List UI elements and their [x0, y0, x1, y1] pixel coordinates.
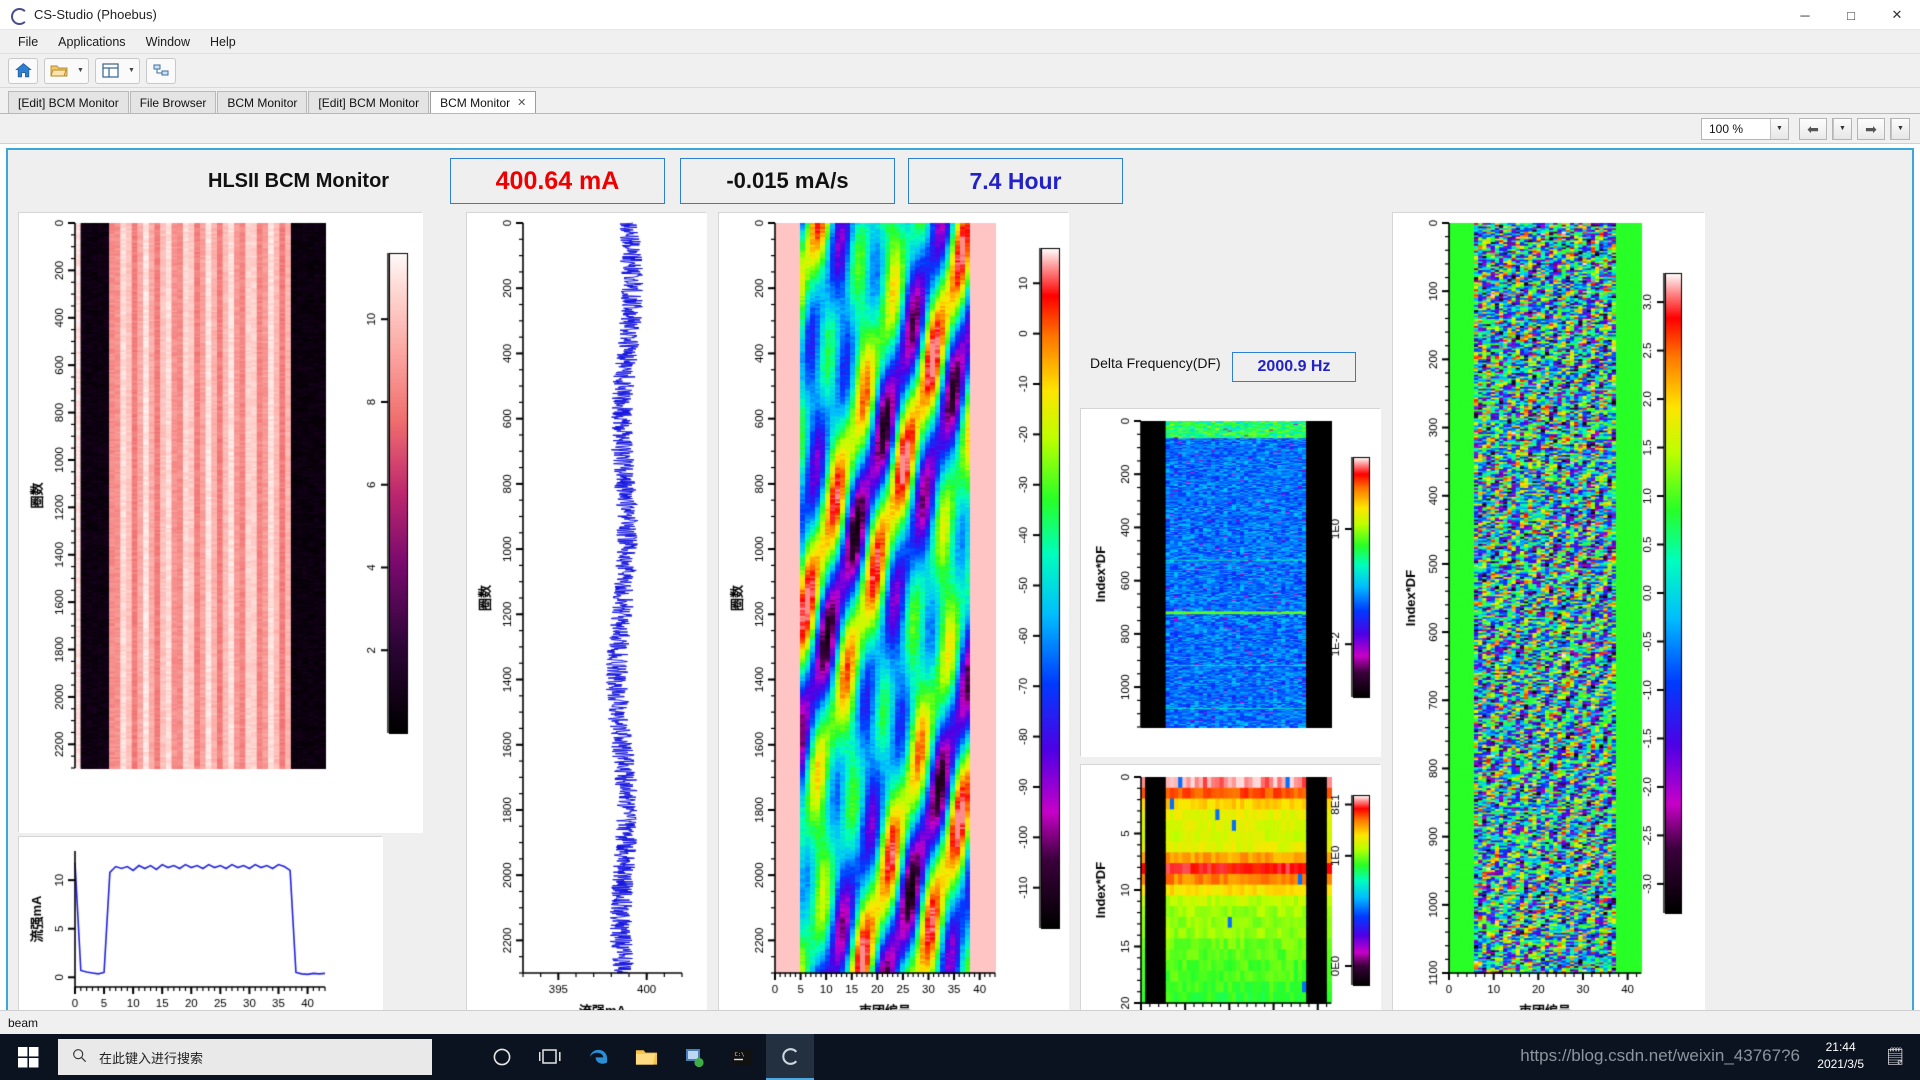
delta-frequency-label: Delta Frequency(DF) [1090, 355, 1221, 371]
search-icon [72, 1048, 87, 1066]
forward-dropdown-icon[interactable]: ▼ [1891, 118, 1909, 139]
menu-window[interactable]: Window [136, 32, 200, 52]
panel1-heatmap-canvas [19, 213, 423, 833]
taskbar-app-icons: C:\ [478, 1034, 814, 1080]
status-text: beam [8, 1015, 39, 1030]
taskbar-search-input[interactable]: 在此键入进行搜索 [58, 1039, 432, 1075]
panel3-card [718, 212, 1069, 1036]
maximize-button[interactable]: □ [1828, 0, 1874, 30]
menubar: File Applications Window Help [0, 30, 1920, 54]
current-decay-rate-readout: -0.015 mA/s [680, 158, 895, 204]
app-logo-icon [10, 7, 28, 25]
remote-desktop-icon[interactable] [670, 1034, 718, 1080]
panel3-heatmap-canvas [719, 213, 1069, 1036]
menu-applications[interactable]: Applications [48, 32, 135, 52]
tree-group [146, 57, 176, 84]
layout-dropdown-icon[interactable]: ▼ [124, 59, 139, 83]
cortana-icon[interactable] [478, 1034, 526, 1080]
home-group [8, 57, 38, 84]
status-bar: beam [0, 1010, 1920, 1034]
window-titlebar: CS-Studio (Phoebus) ─ □ ✕ [0, 0, 1920, 30]
zoom-navigation-bar: 100 % ▼ ⬅ ▼ ➡ ▼ [0, 114, 1920, 144]
open-dropdown-icon[interactable]: ▼ [73, 59, 88, 83]
layout-group: ▼ [95, 57, 140, 84]
editor-tabbar: [Edit] BCM Monitor File Browser BCM Moni… [0, 88, 1920, 114]
beam-lifetime-readout: 7.4 Hour [908, 158, 1123, 204]
panel5-card [1392, 212, 1705, 1036]
tab-label: [Edit] BCM Monitor [18, 95, 119, 110]
tab-bcm-monitor-active[interactable]: BCM Monitor ✕ [430, 91, 537, 113]
panel4-upper-card [1080, 408, 1381, 757]
home-icon[interactable] [9, 59, 37, 83]
navigate-forward-history-button[interactable]: ▼ [1890, 117, 1910, 140]
back-arrow-icon[interactable]: ⬅ [1800, 119, 1826, 139]
panel1-line-canvas [19, 837, 383, 1036]
clock-time: 21:44 [1825, 1040, 1856, 1054]
zoom-combobox[interactable]: 100 % ▼ [1701, 117, 1789, 140]
forward-arrow-icon[interactable]: ➡ [1858, 119, 1884, 139]
tab-edit-bcm-monitor-1[interactable]: [Edit] BCM Monitor [8, 91, 129, 113]
clock-date: 2021/3/5 [1817, 1057, 1864, 1071]
panel4-spectrum-zoom-canvas [1081, 765, 1381, 1036]
task-view-icon[interactable] [526, 1034, 574, 1080]
tab-label: BCM Monitor [227, 95, 298, 110]
tab-label: [Edit] BCM Monitor [318, 95, 420, 110]
panel4-lower-card [1080, 764, 1381, 1036]
blog-watermark: https://blog.csdn.net/weixin_43767?6 [1520, 1046, 1800, 1065]
search-placeholder-text: 在此键入进行搜索 [99, 1050, 204, 1066]
tab-bcm-monitor-1[interactable]: BCM Monitor [217, 91, 308, 113]
minimize-button[interactable]: ─ [1782, 0, 1828, 30]
window-title: CS-Studio (Phoebus) [34, 7, 157, 22]
edge-icon[interactable] [574, 1034, 622, 1080]
panel4-spectrum-canvas [1081, 409, 1381, 757]
tree-view-icon[interactable] [147, 59, 175, 83]
window-controls: ─ □ ✕ [1782, 0, 1920, 30]
windows-taskbar: 在此键入进行搜索 C:\ https://blog.csdn.net/weixi… [0, 1034, 1920, 1080]
panel1-heatmap-card [18, 212, 423, 833]
beam-current-readout: 400.64 mA [450, 158, 665, 204]
notification-center-icon[interactable]: 🗒 [1884, 1047, 1906, 1067]
main-toolbar: ▼ ▼ [0, 54, 1920, 88]
terminal-icon[interactable]: C:\ [718, 1034, 766, 1080]
navigate-forward-button[interactable]: ➡ [1857, 117, 1885, 140]
tab-label: File Browser [139, 95, 207, 110]
zoom-level-value[interactable]: 100 % [1702, 122, 1770, 136]
taskbar-clock[interactable]: 21:44 2021/3/5 [1817, 1039, 1864, 1073]
tab-edit-bcm-monitor-2[interactable]: [Edit] BCM Monitor [308, 91, 430, 113]
open-group: ▼ [44, 57, 89, 84]
menu-file[interactable]: File [8, 32, 48, 52]
cs-studio-icon[interactable] [766, 1034, 814, 1080]
windows-start-icon[interactable] [0, 1034, 56, 1080]
bcm-monitor-display: HLSII BCM Monitor 400.64 mA -0.015 mA/s … [6, 148, 1914, 1038]
navigate-back-history-button[interactable]: ▼ [1832, 117, 1852, 140]
zoom-dropdown-icon[interactable]: ▼ [1770, 118, 1788, 139]
menu-help[interactable]: Help [200, 32, 246, 52]
layout-grid-icon[interactable] [96, 59, 124, 83]
tab-close-icon[interactable]: ✕ [517, 96, 526, 109]
delta-frequency-readout: 2000.9 Hz [1232, 352, 1356, 382]
tab-label: BCM Monitor [440, 95, 511, 110]
navigate-back-button[interactable]: ⬅ [1799, 117, 1827, 140]
back-dropdown-icon[interactable]: ▼ [1833, 118, 1851, 139]
panel5-phase-canvas [1393, 213, 1705, 1036]
tab-file-browser[interactable]: File Browser [129, 91, 217, 113]
panel1-line-card [18, 836, 383, 1036]
open-folder-icon[interactable] [45, 59, 73, 83]
close-button[interactable]: ✕ [1874, 0, 1920, 30]
file-explorer-icon[interactable] [622, 1034, 670, 1080]
display-title: HLSII BCM Monitor [208, 170, 390, 192]
panel2-card [466, 212, 707, 1036]
svg-text:C:\: C:\ [735, 1052, 745, 1058]
panel2-line-canvas [467, 213, 707, 1036]
